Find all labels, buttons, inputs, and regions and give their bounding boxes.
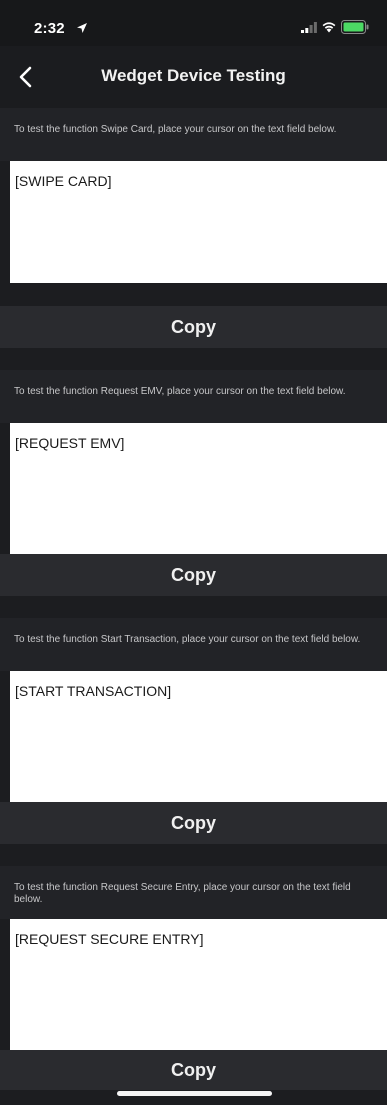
- copy-button-label: Copy: [171, 1060, 216, 1080]
- cellular-signal-icon: [301, 22, 317, 33]
- nav-bar: Wedget Device Testing: [0, 46, 387, 108]
- instruction-text: To test the function Request EMV, place …: [14, 386, 346, 397]
- field-value: [SWIPE CARD]: [15, 173, 112, 189]
- section-swipe-card: To test the function Swipe Card, place y…: [0, 108, 387, 306]
- copy-button-label: Copy: [171, 317, 216, 337]
- section-request-emv: To test the function Request EMV, place …: [0, 370, 387, 554]
- section-start-transaction: To test the function Start Transaction, …: [0, 618, 387, 802]
- swipe-card-field[interactable]: [SWIPE CARD]: [10, 161, 387, 283]
- instruction-text: To test the function Request Secure Entr…: [14, 882, 351, 905]
- instruction-panel: To test the function Request EMV, place …: [0, 370, 387, 423]
- home-indicator: [117, 1091, 272, 1096]
- instruction-panel: To test the function Start Transaction, …: [0, 618, 387, 671]
- start-transaction-field[interactable]: [START TRANSACTION]: [10, 671, 387, 802]
- copy-button-label: Copy: [171, 813, 216, 833]
- copy-button-label: Copy: [171, 565, 216, 585]
- section-spacer: [0, 348, 387, 370]
- field-value: [START TRANSACTION]: [15, 683, 172, 699]
- page-title: Wedget Device Testing: [101, 66, 286, 85]
- section-spacer: [0, 596, 387, 618]
- status-bar: 2:32: [0, 0, 387, 46]
- request-secure-entry-field[interactable]: [REQUEST SECURE ENTRY]: [10, 919, 387, 1050]
- copy-button-start-transaction[interactable]: Copy: [0, 802, 387, 844]
- wifi-icon: [322, 22, 336, 33]
- field-value: [REQUEST SECURE ENTRY]: [15, 931, 204, 947]
- copy-button-request-emv[interactable]: Copy: [0, 554, 387, 596]
- request-emv-field[interactable]: [REQUEST EMV]: [10, 423, 387, 554]
- status-time: 2:32: [34, 20, 65, 37]
- location-arrow-icon: [77, 23, 87, 33]
- copy-button-swipe-card[interactable]: Copy: [0, 306, 387, 348]
- instruction-panel: To test the function Swipe Card, place y…: [0, 108, 387, 161]
- instruction-panel: To test the function Request Secure Entr…: [0, 866, 387, 919]
- instruction-text: To test the function Swipe Card, place y…: [14, 124, 337, 135]
- section-spacer: [0, 844, 387, 866]
- chevron-left-icon[interactable]: [18, 66, 32, 88]
- battery-icon: [341, 20, 369, 34]
- section-request-secure-entry: To test the function Request Secure Entr…: [0, 866, 387, 1050]
- screen: 2:32 Wedget Device Testing To test the f…: [0, 0, 387, 1105]
- instruction-text: To test the function Start Transaction, …: [14, 634, 361, 645]
- field-value: [REQUEST EMV]: [15, 435, 125, 451]
- copy-button-request-secure-entry[interactable]: Copy: [0, 1050, 387, 1090]
